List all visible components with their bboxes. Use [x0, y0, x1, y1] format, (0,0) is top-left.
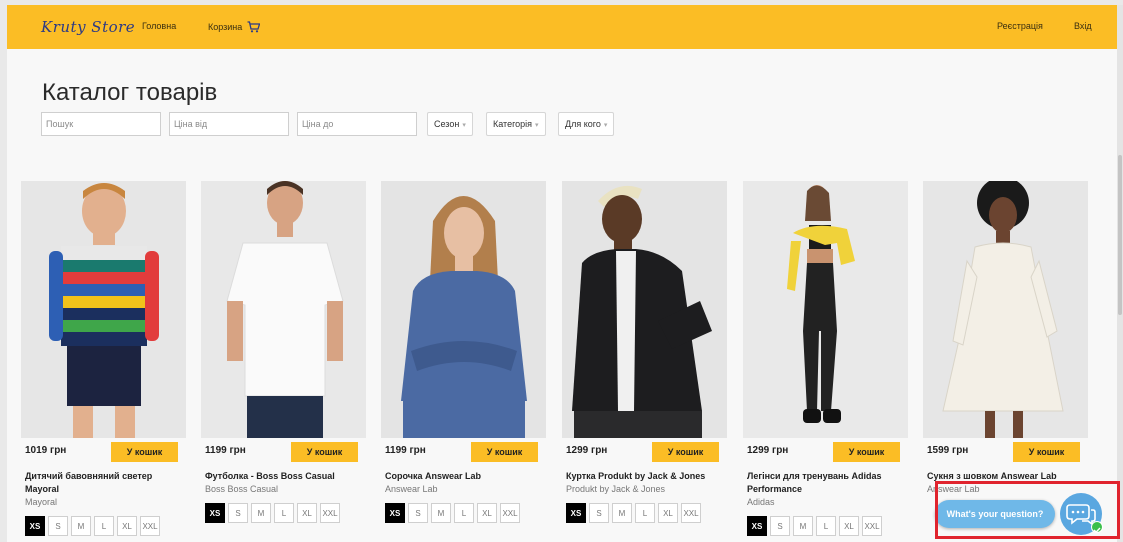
size-option[interactable]: L [816, 516, 836, 536]
product-name[interactable]: Легінси для тренувань Adidas Performance [747, 470, 907, 496]
brand-logo[interactable]: Kruty Store [41, 18, 135, 36]
nav-home-link[interactable]: Головна [142, 21, 176, 31]
scrollbar-thumb[interactable] [1118, 155, 1122, 315]
product-brand: Mayoral [25, 497, 58, 507]
product-photo[interactable] [201, 181, 366, 438]
size-option[interactable]: L [635, 503, 655, 523]
size-option[interactable]: M [612, 503, 632, 523]
product-brand: Produkt by Jack & Jones [566, 484, 666, 494]
product-card: 1299 грн У кошик Легінси для тренувань A… [743, 181, 908, 542]
size-option[interactable]: L [274, 503, 294, 523]
price-to-input[interactable] [297, 112, 417, 136]
size-option[interactable]: XL [297, 503, 317, 523]
size-option[interactable]: XS [205, 503, 225, 523]
size-option[interactable]: XXL [500, 503, 520, 523]
size-option[interactable]: XL [658, 503, 678, 523]
search-input[interactable] [41, 112, 161, 136]
product-brand: Answear Lab [385, 484, 438, 494]
product-price: 1299 грн [566, 445, 608, 456]
add-to-cart-button[interactable]: У кошик [833, 442, 900, 462]
product-price: 1299 грн [747, 445, 789, 456]
size-selector: XS S M L XL XXL [566, 503, 704, 523]
size-option[interactable]: XL [477, 503, 497, 523]
nav-cart-link[interactable]: Корзина [208, 21, 260, 33]
size-option[interactable]: XS [385, 503, 405, 523]
product-name[interactable]: Дитячий бавовняний светер Mayoral [25, 470, 185, 496]
size-option[interactable]: XL [839, 516, 859, 536]
product-photo[interactable] [923, 181, 1088, 438]
add-to-cart-button[interactable]: У кошик [652, 442, 719, 462]
product-card: 1199 грн У кошик Сорочка Answear Lab Ans… [381, 181, 546, 542]
product-name[interactable]: Сорочка Answear Lab [385, 470, 545, 483]
season-dropdown[interactable]: Сезон ▾ [427, 112, 473, 136]
product-name[interactable]: Куртка Produkt by Jack & Jones [566, 470, 726, 483]
size-option[interactable]: S [408, 503, 428, 523]
product-card: 1019 грн У кошик Дитячий бавовняний свет… [21, 181, 186, 542]
highlight-box [935, 481, 1120, 539]
price-from-input[interactable] [169, 112, 289, 136]
size-option[interactable]: S [48, 516, 68, 536]
product-brand: Adidas [747, 497, 775, 507]
product-photo[interactable] [21, 181, 186, 438]
size-option[interactable]: XXL [140, 516, 160, 536]
nav-login-link[interactable]: Вхід [1074, 21, 1092, 31]
size-option[interactable]: L [454, 503, 474, 523]
size-option[interactable]: S [770, 516, 790, 536]
size-selector: XS S M L XL XXL [747, 516, 885, 536]
size-selector: XS S M L XL XXL [25, 516, 163, 536]
size-option[interactable]: M [431, 503, 451, 523]
chevron-down-icon: ▾ [535, 122, 539, 129]
size-option[interactable]: XS [747, 516, 767, 536]
navbar: Kruty Store Головна Корзина Реєстрація В… [7, 5, 1117, 49]
for-whom-label: Для кого [565, 119, 601, 129]
size-option[interactable]: S [228, 503, 248, 523]
size-option[interactable]: S [589, 503, 609, 523]
size-option[interactable]: XXL [862, 516, 882, 536]
size-option[interactable]: XS [25, 516, 45, 536]
nav-register-link[interactable]: Реєстрація [997, 21, 1043, 31]
size-option[interactable]: M [793, 516, 813, 536]
category-label: Категорія [493, 119, 533, 129]
product-price: 1599 грн [927, 445, 969, 456]
product-brand: Boss Boss Casual [205, 484, 279, 494]
product-price: 1199 грн [385, 445, 426, 456]
product-name[interactable]: Футболка - Boss Boss Casual [205, 470, 365, 483]
product-price: 1019 грн [25, 445, 67, 456]
size-option[interactable]: L [94, 516, 114, 536]
size-selector: XS S M L XL XXL [385, 503, 523, 523]
size-option[interactable]: XS [566, 503, 586, 523]
cart-icon [247, 21, 260, 33]
product-card: 1299 грн У кошик Куртка Produkt by Jack … [562, 181, 727, 542]
product-card: 1199 грн У кошик Футболка - Boss Boss Ca… [201, 181, 366, 542]
size-option[interactable]: XL [117, 516, 137, 536]
chevron-down-icon: ▾ [603, 122, 608, 129]
chevron-down-icon: ▾ [462, 122, 466, 129]
category-dropdown[interactable]: Категорія ▾ [486, 112, 546, 136]
size-selector: XS S M L XL XXL [205, 503, 343, 523]
product-photo[interactable] [743, 181, 908, 438]
product-photo[interactable] [381, 181, 546, 438]
product-price: 1199 грн [205, 445, 246, 456]
page-title: Каталог товарів [42, 79, 218, 106]
product-photo[interactable] [562, 181, 727, 438]
size-option[interactable]: XXL [681, 503, 701, 523]
add-to-cart-button[interactable]: У кошик [1013, 442, 1080, 462]
size-option[interactable]: M [71, 516, 91, 536]
size-option[interactable]: M [251, 503, 271, 523]
size-option[interactable]: XXL [320, 503, 340, 523]
add-to-cart-button[interactable]: У кошик [291, 442, 358, 462]
season-label: Сезон [434, 119, 460, 129]
page: Kruty Store Головна Корзина Реєстрація В… [7, 5, 1117, 542]
add-to-cart-button[interactable]: У кошик [471, 442, 538, 462]
for-whom-dropdown[interactable]: Для кого ▾ [558, 112, 615, 136]
page-scrollbar[interactable] [1117, 5, 1123, 542]
add-to-cart-button[interactable]: У кошик [111, 442, 178, 462]
nav-cart-label: Корзина [208, 22, 243, 32]
